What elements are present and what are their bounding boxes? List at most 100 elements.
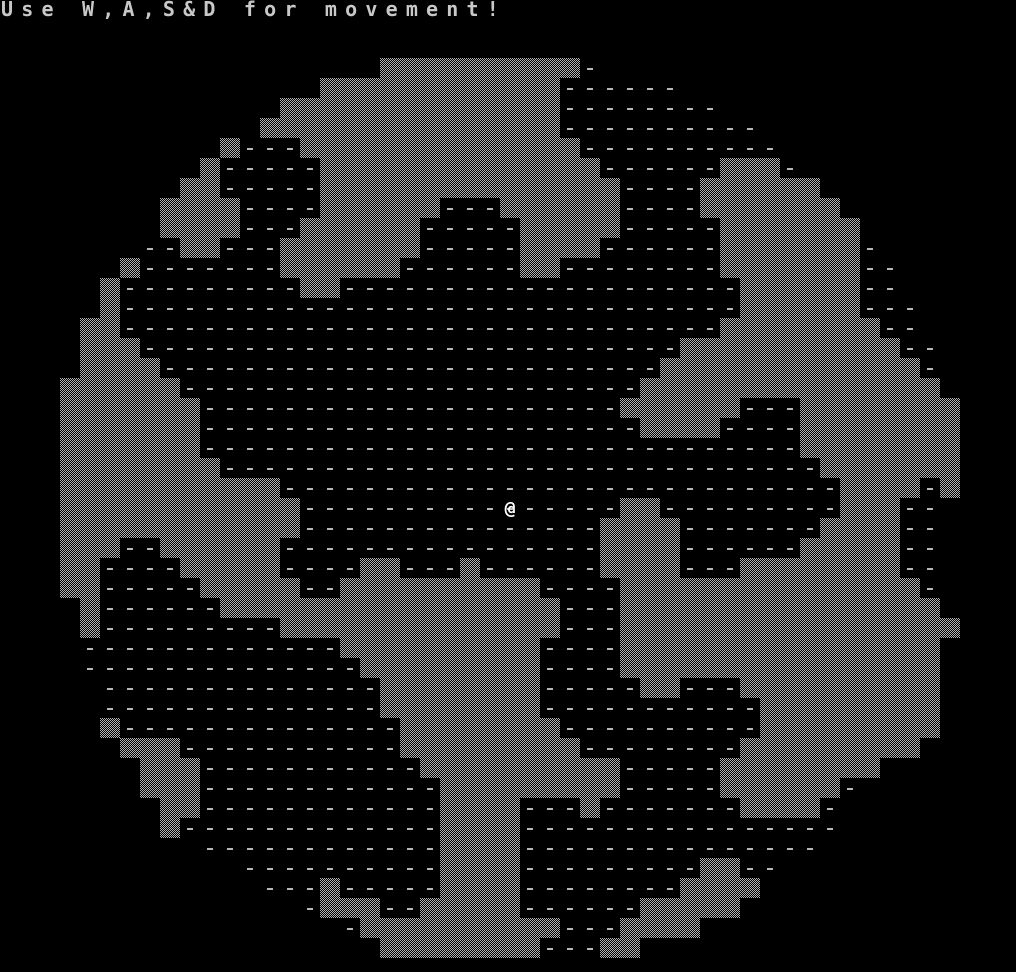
floor-tile — [267, 288, 273, 290]
floor-tile — [307, 468, 313, 470]
floor-tile — [407, 548, 413, 550]
floor-tile — [667, 108, 673, 110]
floor-tile — [687, 208, 693, 210]
floor-tile — [207, 348, 213, 350]
floor-tile — [667, 888, 673, 890]
floor-tile — [567, 268, 573, 270]
floor-tile — [207, 688, 213, 690]
floor-tile — [347, 748, 353, 750]
floor-tile — [187, 628, 193, 630]
floor-tile — [307, 708, 313, 710]
floor-tile — [667, 788, 673, 790]
floor-tile — [127, 288, 133, 290]
floor-tile — [587, 588, 593, 590]
floor-tile — [127, 568, 133, 570]
floor-tile — [307, 348, 313, 350]
floor-tile — [547, 548, 553, 550]
floor-tile — [187, 748, 193, 750]
floor-tile — [707, 828, 713, 830]
floor-tile — [207, 388, 213, 390]
floor-tile — [787, 848, 793, 850]
floor-tile — [527, 468, 533, 470]
floor-tile — [727, 828, 733, 830]
floor-tile — [767, 848, 773, 850]
floor-tile — [747, 548, 753, 550]
floor-tile — [327, 688, 333, 690]
floor-tile — [667, 128, 673, 130]
floor-tile — [567, 548, 573, 550]
floor-tile — [247, 148, 253, 150]
floor-tile — [707, 808, 713, 810]
floor-tile — [647, 288, 653, 290]
floor-tile — [307, 908, 313, 910]
floor-tile — [487, 268, 493, 270]
floor-tile — [427, 268, 433, 270]
floor-tile — [707, 228, 713, 230]
floor-tile — [447, 248, 453, 250]
floor-tile — [407, 888, 413, 890]
floor-tile — [627, 808, 633, 810]
floor-tile — [747, 868, 753, 870]
floor-tile — [467, 328, 473, 330]
floor-tile — [307, 748, 313, 750]
floor-tile — [127, 548, 133, 550]
floor-tile — [347, 408, 353, 410]
floor-tile — [727, 728, 733, 730]
floor-tile — [387, 428, 393, 430]
floor-tile — [167, 708, 173, 710]
floor-tile — [507, 568, 513, 570]
floor-tile — [707, 248, 713, 250]
floor-tile — [327, 388, 333, 390]
floor-tile — [687, 328, 693, 330]
floor-tile — [507, 288, 513, 290]
floor-tile — [227, 688, 233, 690]
floor-tile — [527, 308, 533, 310]
floor-tile — [667, 468, 673, 470]
floor-tile — [587, 88, 593, 90]
floor-tile — [467, 548, 473, 550]
floor-tile — [227, 268, 233, 270]
floor-tile — [667, 768, 673, 770]
floor-tile — [247, 768, 253, 770]
floor-tile — [427, 568, 433, 570]
floor-tile — [447, 288, 453, 290]
floor-tile — [587, 948, 593, 950]
floor-tile — [407, 408, 413, 410]
floor-tile — [587, 268, 593, 270]
floor-tile — [287, 708, 293, 710]
floor-tile — [647, 208, 653, 210]
floor-tile — [267, 748, 273, 750]
floor-tile — [227, 368, 233, 370]
floor-tile — [147, 688, 153, 690]
floor-tile — [327, 588, 333, 590]
floor-tile — [567, 328, 573, 330]
floor-tile — [667, 208, 673, 210]
floor-tile — [547, 328, 553, 330]
floor-tile — [247, 668, 253, 670]
floor-tile — [247, 688, 253, 690]
floor-tile — [227, 428, 233, 430]
wall-region — [620, 158, 960, 518]
floor-tile — [367, 508, 373, 510]
floor-tile — [527, 488, 533, 490]
floor-tile — [387, 488, 393, 490]
floor-tile — [407, 768, 413, 770]
floor-tile — [407, 348, 413, 350]
floor-tile — [607, 308, 613, 310]
floor-tile — [547, 868, 553, 870]
floor-tile — [547, 808, 553, 810]
floor-tile — [267, 688, 273, 690]
floor-tile — [567, 948, 573, 950]
floor-tile — [687, 148, 693, 150]
floor-tile — [647, 848, 653, 850]
floor-tile — [927, 548, 933, 550]
floor-tile — [367, 488, 373, 490]
floor-tile — [607, 368, 613, 370]
floor-tile — [587, 148, 593, 150]
floor-tile — [307, 728, 313, 730]
floor-tile — [647, 468, 653, 470]
floor-tile — [187, 828, 193, 830]
floor-tile — [587, 428, 593, 430]
floor-tile — [647, 168, 653, 170]
floor-tile — [567, 728, 573, 730]
